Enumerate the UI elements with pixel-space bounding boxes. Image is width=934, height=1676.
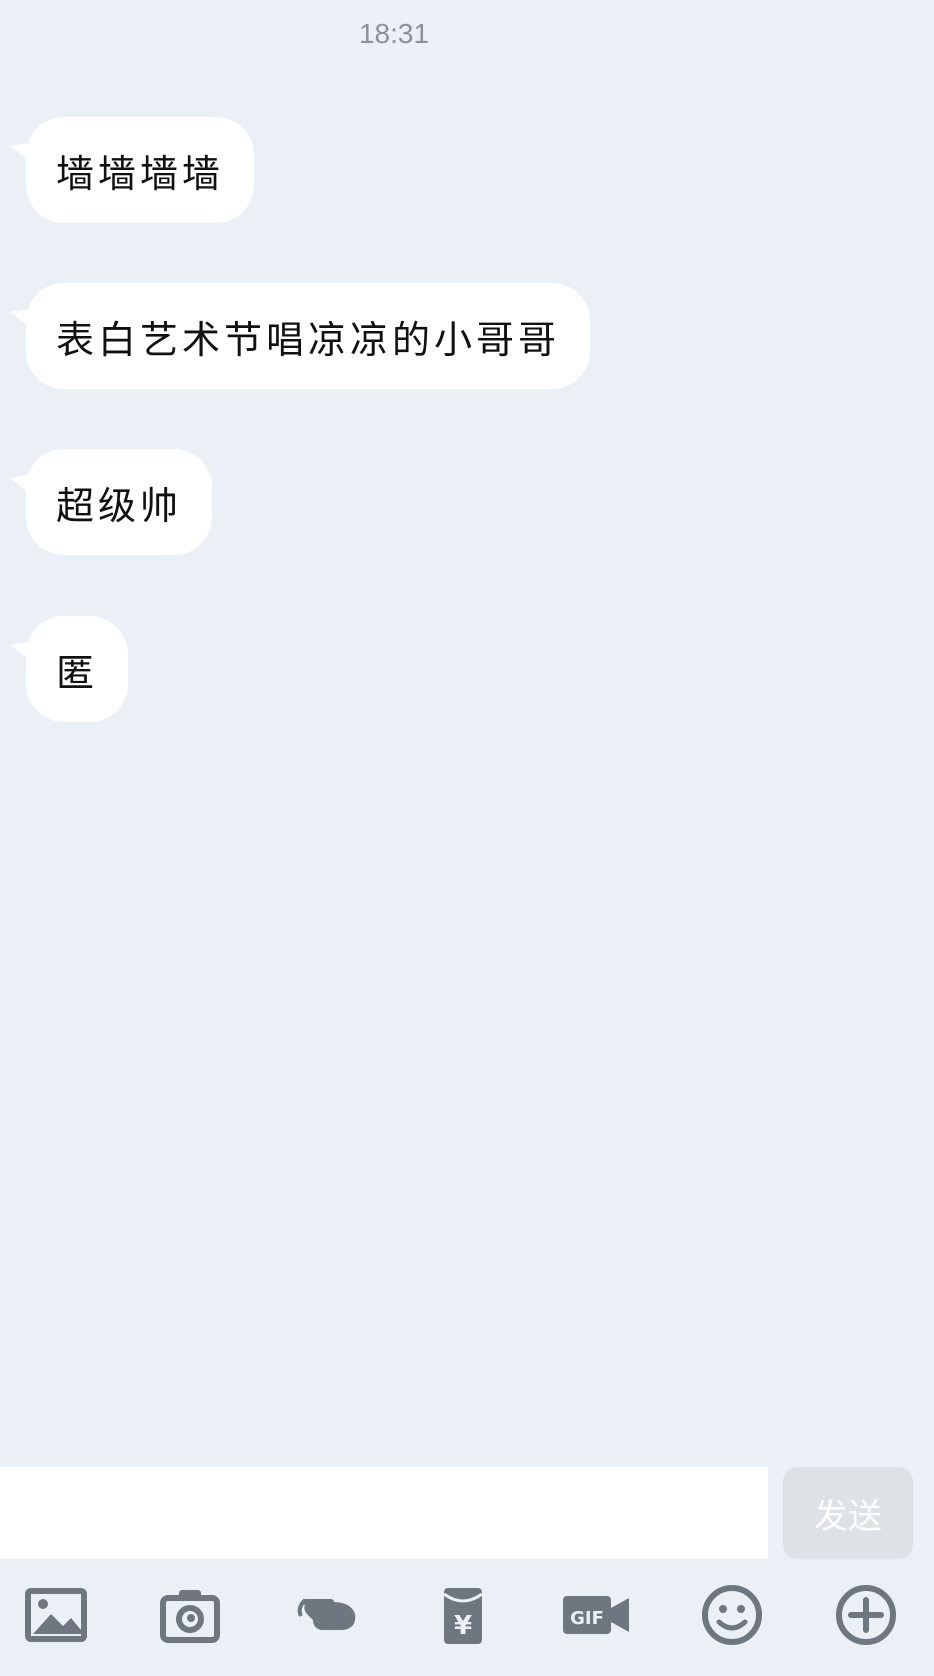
plus-icon[interactable] [828,1580,904,1650]
chat-timestamp: 18:31 [358,18,430,49]
message-bubble[interactable]: 超级帅 [26,449,213,555]
message-bubble[interactable]: 表白艺术节唱凉凉的小哥哥 [26,283,591,389]
svg-text:GIF: GIF [570,1608,604,1629]
input-toolbar: ¥ GIF [0,1560,934,1676]
red-packet-icon[interactable]: ¥ [425,1580,501,1650]
send-button[interactable]: 发送 [783,1467,913,1559]
message-text: 匿 [56,650,99,695]
emoji-icon[interactable] [694,1580,770,1650]
message-text: 表白艺术节唱凉凉的小哥哥 [56,317,561,362]
message-input[interactable] [0,1467,768,1559]
camera-icon[interactable] [152,1580,228,1650]
message-text: 超级帅 [56,483,183,528]
svg-text:¥: ¥ [454,1611,472,1641]
image-icon[interactable] [18,1580,94,1650]
message-bubble[interactable]: 墙墙墙墙 [26,117,255,223]
gif-icon[interactable]: GIF [558,1580,634,1650]
message-bubble[interactable]: 匿 [26,616,129,722]
message-text: 墙墙墙墙 [56,151,225,196]
poke-hand-icon[interactable] [288,1580,364,1650]
